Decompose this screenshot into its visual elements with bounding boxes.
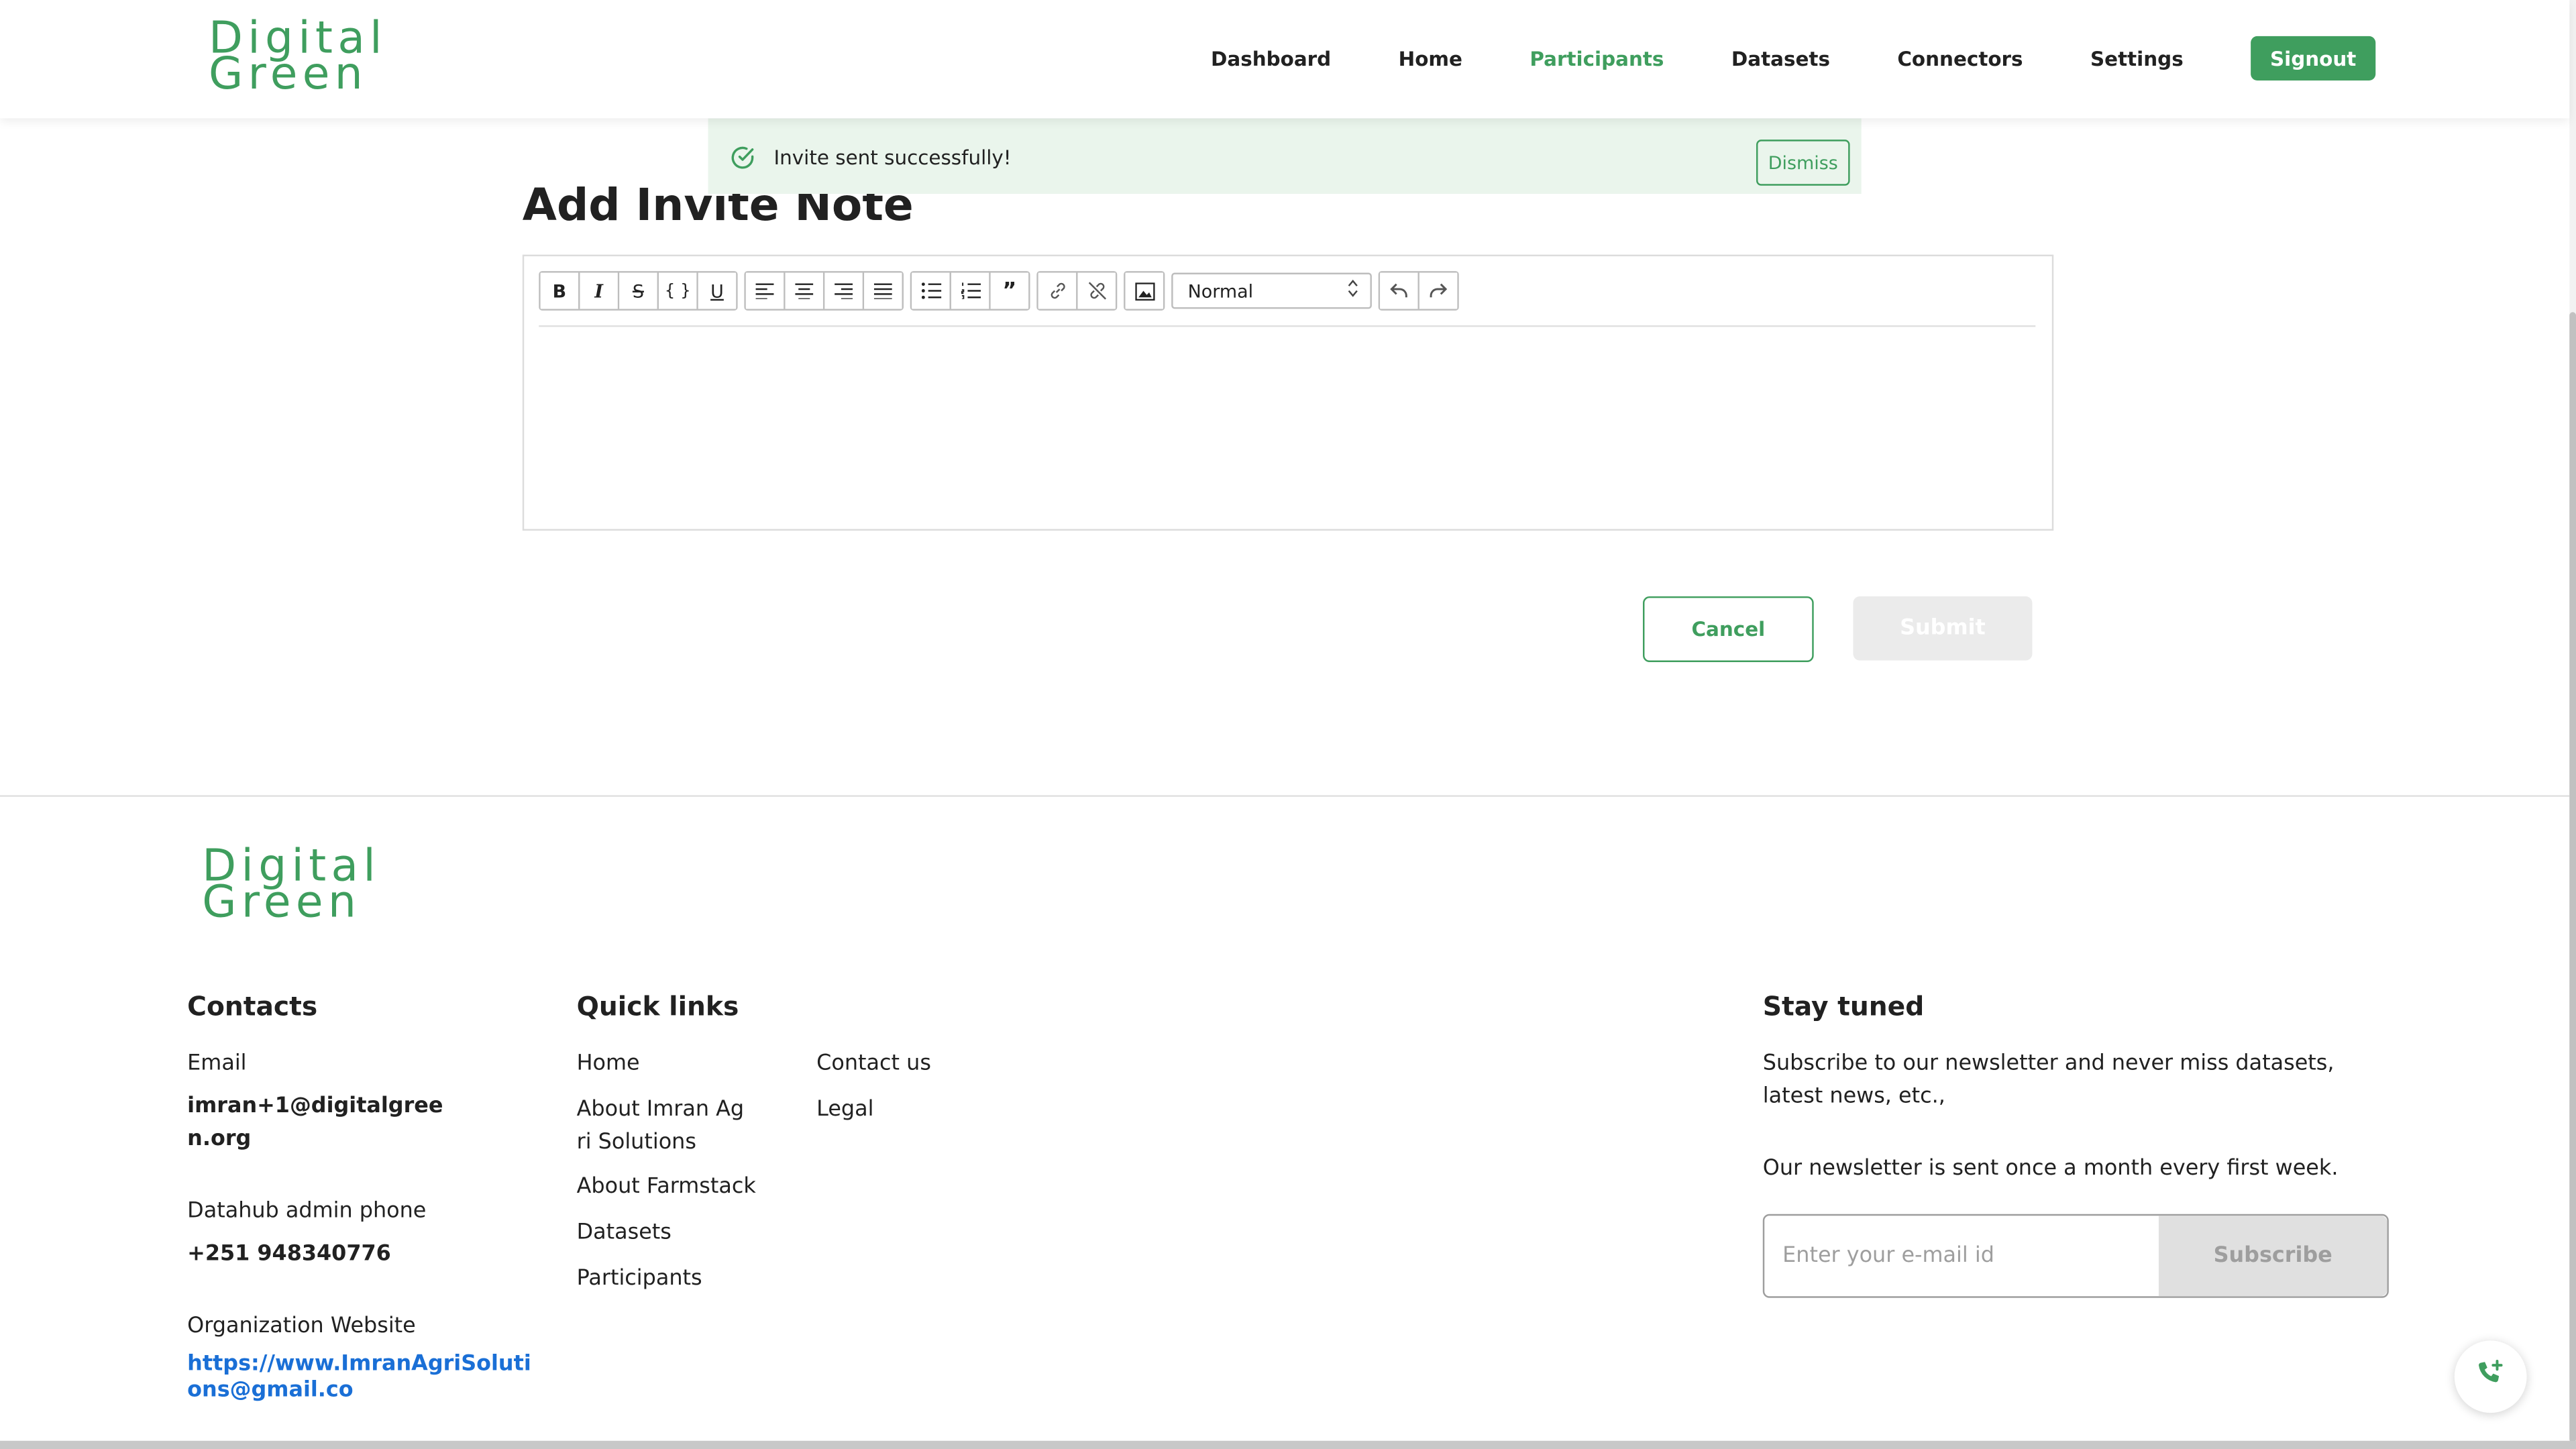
logo-line-2: Green (209, 49, 368, 101)
bold-icon[interactable]: B (540, 272, 580, 309)
unlink-icon[interactable] (1077, 272, 1116, 309)
top-navbar: Digital Green Dashboard Home Participant… (0, 0, 2570, 119)
quick-links-heading: Quick links (576, 990, 739, 1022)
toolbar-group-links (1036, 271, 1118, 311)
code-icon[interactable]: { } (659, 272, 698, 309)
contacts-heading: Contacts (187, 990, 318, 1022)
phone-label: Datahub admin phone (187, 1199, 427, 1224)
cancel-button[interactable]: Cancel (1643, 596, 1814, 662)
align-right-icon[interactable] (824, 272, 865, 309)
footer-logo-line-2: Green (202, 877, 362, 928)
block-format-select[interactable]: Normal (1171, 272, 1372, 309)
link-icon[interactable] (1038, 272, 1078, 309)
nav-participants[interactable]: Participants (1529, 47, 1664, 70)
newsletter-description: Subscribe to our newsletter and never mi… (1763, 1048, 2334, 1114)
editor-content-area[interactable] (539, 335, 2035, 513)
email-label: Email (187, 1051, 247, 1077)
quick-link-about-farmstack[interactable]: About Farmstack (577, 1171, 756, 1204)
stay-tuned-heading: Stay tuned (1762, 990, 1925, 1022)
numbered-list-icon[interactable] (951, 272, 991, 309)
newsletter-frequency: Our newsletter is sent once a month ever… (1762, 1157, 2339, 1181)
page-root: Digital Green Dashboard Home Participant… (0, 0, 2576, 1449)
phone-plus-icon (2476, 1358, 2506, 1395)
dismiss-button[interactable]: Dismiss (1756, 140, 1850, 186)
vertical-scrollbar-thumb[interactable] (2569, 312, 2576, 1443)
quick-link-about-org-line-2: ri Solutions (576, 1130, 696, 1155)
footer-divider (0, 795, 2570, 797)
bullet-list-icon[interactable] (912, 272, 951, 309)
redo-icon[interactable] (1419, 272, 1458, 309)
nav-settings[interactable]: Settings (2090, 47, 2184, 70)
website-link[interactable]: https://www.ImranAgriSoluti ons@gmail.co (187, 1352, 531, 1405)
quick-link-about-org-line-1: About Imran Ag (576, 1097, 745, 1122)
quick-link-about-org[interactable]: About Imran Ag ri Solutions (577, 1094, 745, 1160)
nav-dashboard[interactable]: Dashboard (1211, 47, 1331, 70)
newsletter-description-line-2: latest news, etc., (1762, 1084, 1945, 1110)
email-value-line-2: n.org (187, 1127, 252, 1152)
toolbar-group-history (1378, 271, 1459, 311)
signout-button[interactable]: Signout (2251, 36, 2376, 81)
underline-icon[interactable]: U (698, 272, 737, 309)
phone-value: +251 948340776 (187, 1242, 391, 1267)
website-label: Organization Website (187, 1314, 416, 1339)
block-format-value: Normal (1187, 280, 1254, 302)
main-nav: Dashboard Home Participants Datasets Con… (1144, 36, 2376, 81)
image-icon[interactable] (1125, 272, 1163, 309)
newsletter-email-input[interactable] (1764, 1216, 2159, 1297)
editor-toolbar: B I S { } U ” Normal (539, 271, 1465, 311)
email-value-line-1: imran+1@digitalgree (187, 1094, 443, 1119)
undo-icon[interactable] (1380, 272, 1419, 309)
quick-link-participants[interactable]: Participants (577, 1263, 702, 1296)
quick-link-legal[interactable]: Legal (816, 1094, 873, 1127)
success-toast: Invite sent successfully! Dismiss (708, 118, 1862, 194)
quick-link-contact-us[interactable]: Contact us (816, 1048, 931, 1081)
blockquote-icon[interactable]: ” (990, 272, 1029, 309)
website-link-line-1: https://www.ImranAgriSoluti (187, 1352, 531, 1377)
nav-datasets[interactable]: Datasets (1731, 47, 1830, 70)
quick-link-datasets[interactable]: Datasets (577, 1218, 672, 1250)
newsletter-form: Subscribe (1762, 1214, 2389, 1298)
toolbar-group-align (744, 271, 904, 311)
toolbar-group-inline: B I S { } U (539, 271, 738, 311)
align-center-icon[interactable] (785, 272, 825, 309)
toolbar-group-image (1124, 271, 1165, 311)
submit-button[interactable]: Submit (1853, 596, 2033, 661)
align-left-icon[interactable] (745, 272, 786, 309)
horizontal-scrollbar[interactable] (0, 1440, 2576, 1449)
italic-icon[interactable]: I (580, 272, 620, 309)
select-arrows-icon (1347, 279, 1358, 302)
website-link-line-2: ons@gmail.co (187, 1378, 354, 1403)
strikethrough-icon[interactable]: S (619, 272, 659, 309)
check-circle-icon (729, 145, 755, 178)
align-justify-icon[interactable] (864, 272, 902, 309)
brand-logo[interactable]: Digital Green (209, 16, 387, 101)
email-value: imran+1@digitalgree n.org (187, 1091, 443, 1157)
subscribe-button[interactable]: Subscribe (2158, 1216, 2387, 1297)
footer-logo[interactable]: Digital Green (202, 845, 380, 928)
editor-divider (539, 325, 2036, 327)
nav-connectors[interactable]: Connectors (1897, 47, 2023, 70)
nav-home[interactable]: Home (1399, 47, 1462, 70)
rich-text-editor: B I S { } U ” Normal (522, 254, 2054, 531)
call-support-button[interactable] (2454, 1340, 2527, 1413)
newsletter-description-line-1: Subscribe to our newsletter and never mi… (1762, 1051, 2334, 1077)
toolbar-group-lists: ” (910, 271, 1030, 311)
toast-message: Invite sent successfully! (773, 146, 1012, 170)
quick-link-home[interactable]: Home (577, 1048, 640, 1081)
